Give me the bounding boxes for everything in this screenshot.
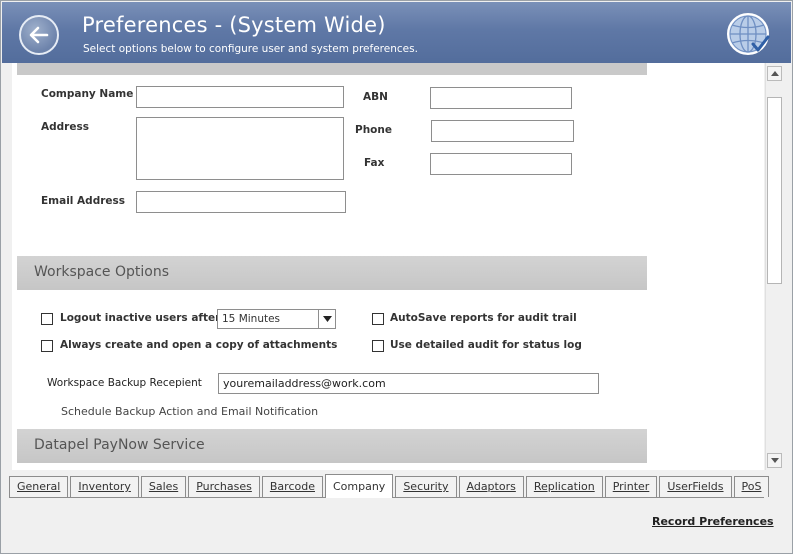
tab-barcode[interactable]: Barcode [261,476,323,497]
abn-input[interactable] [430,87,572,109]
tab-userfields[interactable]: UserFields [659,476,732,497]
tab-replication[interactable]: Replication [525,476,603,497]
back-arrow-icon [29,26,49,44]
record-preferences-link[interactable]: Record Preferences [652,515,774,528]
logout-timeout-value: 15 Minutes [222,313,281,325]
logout-timeout-select[interactable]: 15 Minutes [217,309,336,329]
preferences-window: Preferences - (System Wide) Select optio… [0,0,793,554]
tab-adaptors[interactable]: Adaptors [458,476,524,497]
back-button[interactable] [19,15,59,55]
page-subtitle: Select options below to configure user a… [83,43,418,55]
paynow-section-title: Datapel PayNow Service [34,437,205,453]
logout-inactive-checkbox[interactable] [41,313,53,325]
chevron-down-icon [770,458,779,463]
schedule-backup-link[interactable]: Schedule Backup Action and Email Notific… [61,405,318,418]
vertical-scrollbar[interactable] [765,63,782,470]
autosave-reports-label: AutoSave reports for audit trail [390,312,577,324]
chevron-down-icon[interactable] [318,310,335,328]
backup-recipient-input[interactable] [218,373,599,394]
paynow-section-header: Datapel PayNow Service [17,429,647,463]
tab-company[interactable]: Company [324,474,394,498]
tab-purchases[interactable]: Purchases [188,476,260,497]
detailed-audit-checkbox[interactable] [372,340,384,352]
phone-label: Phone [355,124,392,136]
tab-sales[interactable]: Sales [140,476,187,497]
chevron-up-icon [770,71,779,76]
tab-inventory[interactable]: Inventory [70,476,139,497]
preferences-tab-strip: General Inventory Sales Purchases Barcod… [9,474,771,498]
preferences-content: Company Name Address Email Address ABN P… [12,63,764,470]
backup-recipient-label: Workspace Backup Recepient [47,377,202,389]
globe-icon [727,13,770,55]
tab-printer[interactable]: Printer [604,476,658,497]
address-input[interactable] [136,117,344,180]
header-bar: Preferences - (System Wide) Select optio… [2,2,791,63]
copy-attachments-label: Always create and open a copy of attachm… [60,339,338,351]
abn-label: ABN [363,91,388,103]
fax-input[interactable] [430,153,572,175]
company-name-label: Company Name [41,88,134,100]
tab-security[interactable]: Security [395,476,457,497]
phone-input[interactable] [431,120,574,142]
tab-general[interactable]: General [9,476,69,497]
tab-pos[interactable]: PoS [733,476,770,497]
company-section-band [17,63,647,75]
autosave-reports-checkbox[interactable] [372,313,384,325]
logout-inactive-label: Logout inactive users after [60,312,221,324]
scroll-up-button[interactable] [767,66,782,81]
scroll-down-button[interactable] [767,453,782,468]
email-address-input[interactable] [136,191,346,213]
page-title: Preferences - (System Wide) [82,13,386,37]
scrollbar-thumb[interactable] [767,97,782,284]
copy-attachments-checkbox[interactable] [41,340,53,352]
fax-label: Fax [364,157,385,169]
address-label: Address [41,121,89,133]
detailed-audit-label: Use detailed audit for status log [390,339,582,351]
workspace-section-title: Workspace Options [34,264,169,280]
company-name-input[interactable] [136,86,344,108]
email-address-label: Email Address [41,195,126,207]
workspace-section-header: Workspace Options [17,256,647,290]
